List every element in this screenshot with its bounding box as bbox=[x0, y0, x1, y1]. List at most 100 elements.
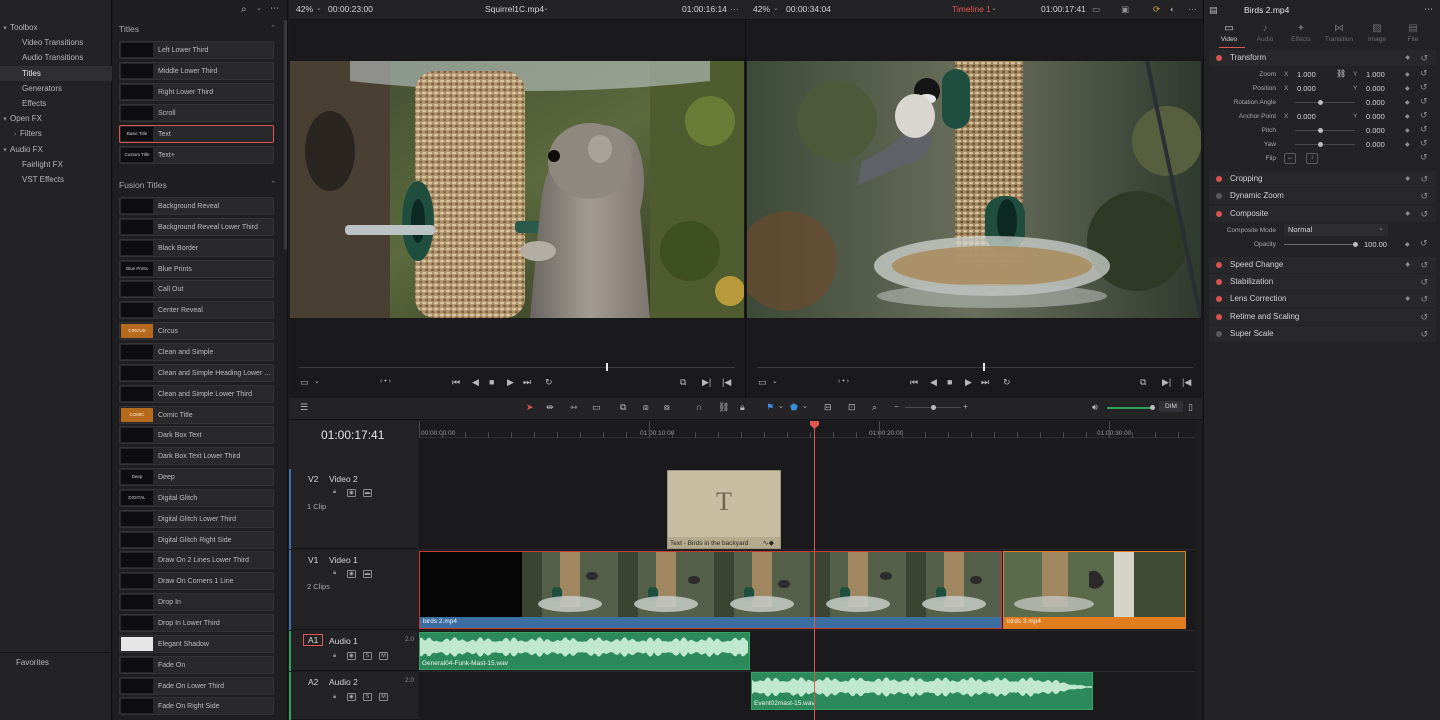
zoom-x-field[interactable]: 1.000 bbox=[1295, 69, 1331, 80]
viewer-mode-icon[interactable]: ▣ bbox=[1121, 4, 1129, 15]
zoom-full-icon[interactable]: ⊟ bbox=[824, 402, 832, 413]
opacity-field[interactable]: 100.00 bbox=[1362, 239, 1402, 250]
keyframe-icon[interactable]: ◆ bbox=[1405, 171, 1410, 187]
chevron-down-icon[interactable]: ⌄ bbox=[991, 4, 997, 12]
mark-out-icon[interactable]: |◀ bbox=[722, 377, 731, 388]
reset-icon[interactable]: ↺ bbox=[1420, 326, 1428, 342]
keyframe-icon[interactable]: ◆ bbox=[1405, 127, 1410, 134]
opacity-slider-track[interactable] bbox=[1284, 244, 1356, 245]
tab-video[interactable]: ▭ Video bbox=[1211, 23, 1247, 43]
composite-section-header[interactable]: Composite ◆ ↺ bbox=[1209, 206, 1436, 222]
zoom-y-field[interactable]: 1.000 bbox=[1364, 69, 1400, 80]
toolbox-item-filters[interactable]: › Filters bbox=[0, 126, 112, 141]
yaw-slider-track[interactable] bbox=[1295, 144, 1355, 145]
fusion-title-item[interactable]: Draw On 2 Lines Lower Third bbox=[119, 551, 274, 570]
title-item[interactable]: Custom Title Text+ bbox=[119, 146, 274, 164]
track-header-v1[interactable]: V1 Video 1 2 Clips 🔒︎ ◉ ▬ bbox=[289, 550, 418, 630]
speaker-icon[interactable]: 🔊︎ bbox=[1092, 402, 1098, 413]
fusion-title-item[interactable]: Clean and Simple Lower Third bbox=[119, 384, 274, 403]
skip-to-start-icon[interactable]: ⏮ bbox=[910, 377, 918, 388]
linked-selection-icon[interactable]: ⛓ bbox=[718, 402, 729, 413]
mark-in-icon[interactable]: ▶| bbox=[1162, 377, 1171, 388]
track-header-v2[interactable]: V2 Video 2 1 Clip 🔒︎ ◉ ▬ bbox=[289, 469, 418, 549]
chevron-down-icon[interactable]: ⌄ bbox=[772, 377, 778, 385]
fusion-title-item[interactable]: Center Reveal bbox=[119, 301, 274, 320]
timeline-scrubber-track[interactable] bbox=[757, 367, 1193, 368]
source-scrubber-track[interactable] bbox=[299, 367, 735, 368]
enable-toggle-icon[interactable] bbox=[1216, 314, 1222, 320]
title-item[interactable]: Left Lower Third bbox=[119, 41, 274, 59]
title-item[interactable]: Right Lower Third bbox=[119, 83, 274, 101]
mute-button[interactable]: M bbox=[379, 693, 388, 701]
fusion-title-item[interactable]: Drop In bbox=[119, 593, 274, 612]
zoom-detail-icon[interactable]: ⊡ bbox=[848, 402, 856, 413]
mute-button[interactable]: M bbox=[379, 652, 388, 660]
meter-icon[interactable]: ▯ bbox=[1188, 402, 1193, 413]
birds-3-clip[interactable]: birds 3.mp4 bbox=[1003, 551, 1186, 629]
fusion-title-item[interactable]: Blue Prints Blue Prints bbox=[119, 259, 274, 278]
fusion-title-item[interactable]: Dark Box Text Lower Third bbox=[119, 447, 274, 466]
reset-icon[interactable]: ↺ bbox=[1420, 138, 1428, 149]
fusion-title-item[interactable]: Digital Glitch Lower Third bbox=[119, 509, 274, 528]
pitch-field[interactable]: 0.000 bbox=[1364, 125, 1400, 136]
chevron-down-icon[interactable]: ⌄ bbox=[802, 402, 808, 410]
rotation-slider-track[interactable] bbox=[1295, 102, 1355, 103]
replace-clip-icon[interactable]: ⧇ bbox=[664, 402, 670, 413]
titles-section-header[interactable]: Titles ⌃ bbox=[113, 20, 288, 38]
match-frame-icon[interactable]: ⧉ bbox=[1140, 377, 1146, 388]
toolbox-item-toolbox[interactable]: ▾ Toolbox bbox=[0, 20, 112, 35]
toolbox-item-audio-fx[interactable]: ▾ Audio FX bbox=[0, 142, 112, 157]
play-reverse-icon[interactable]: ◀ bbox=[930, 377, 937, 388]
opacity-slider-handle[interactable] bbox=[1353, 242, 1358, 247]
source-viewer-frame[interactable] bbox=[290, 61, 744, 318]
auto-select-icon[interactable]: ◉ bbox=[347, 489, 356, 497]
cropping-section-header[interactable]: Cropping ◆ ↺ bbox=[1209, 171, 1436, 187]
reset-icon[interactable]: ↺ bbox=[1420, 124, 1428, 135]
lens-correction-section-header[interactable]: Lens Correction ◆ ↺ bbox=[1209, 291, 1436, 307]
titles-scrollbar[interactable] bbox=[284, 20, 287, 250]
tab-audio[interactable]: ♪ Audio bbox=[1247, 23, 1283, 43]
tab-transition[interactable]: ⋈ Transition bbox=[1321, 23, 1357, 43]
reset-icon[interactable]: ↺ bbox=[1420, 257, 1428, 273]
anchor-y-field[interactable]: 0.000 bbox=[1364, 111, 1400, 122]
dim-button[interactable]: DIM bbox=[1159, 401, 1183, 412]
fusion-title-item[interactable]: Black Border bbox=[119, 238, 274, 257]
transform-section-header[interactable]: Transform ◆ ↺ bbox=[1209, 50, 1436, 66]
more-options-icon[interactable]: ⋯ bbox=[1424, 4, 1433, 15]
fusion-title-item[interactable]: Deep Deep bbox=[119, 468, 274, 487]
reset-icon[interactable]: ↺ bbox=[1420, 188, 1428, 204]
stop-icon[interactable]: ■ bbox=[947, 377, 952, 387]
fusion-title-item[interactable]: Draw On Corners 1 Line bbox=[119, 572, 274, 591]
rotation-field[interactable]: 0.000 bbox=[1364, 97, 1400, 108]
fusion-title-item[interactable]: Dark Box Text bbox=[119, 426, 274, 445]
mark-out-icon[interactable]: |◀ bbox=[1182, 377, 1191, 388]
zoom-in-icon[interactable]: + bbox=[963, 402, 968, 411]
title-item[interactable]: Middle Lower Third bbox=[119, 62, 274, 80]
fusion-titles-section-header[interactable]: Fusion Titles ⌃ bbox=[113, 176, 288, 194]
zoom-out-icon[interactable]: − bbox=[894, 402, 899, 411]
skip-to-end-icon[interactable]: ⏭ bbox=[981, 377, 989, 388]
timeline-zoom[interactable]: 42% bbox=[753, 4, 770, 14]
audio-sync-icon[interactable]: ◐ bbox=[1170, 4, 1175, 14]
toolbox-item-titles[interactable]: Titles bbox=[0, 66, 112, 81]
tab-image[interactable]: ▨ Image bbox=[1359, 23, 1395, 43]
more-options-icon[interactable]: ⋯ bbox=[270, 3, 279, 14]
enable-toggle-icon[interactable] bbox=[1216, 211, 1222, 217]
enable-toggle-icon[interactable] bbox=[1216, 331, 1222, 337]
reset-icon[interactable]: ↺ bbox=[1420, 82, 1428, 93]
viewer-options-icon[interactable]: ▭ bbox=[758, 377, 767, 388]
reset-icon[interactable]: ↺ bbox=[1420, 171, 1428, 187]
volume-slider[interactable] bbox=[1107, 407, 1153, 409]
reset-icon[interactable]: ↺ bbox=[1420, 274, 1428, 290]
toolbox-item-audio-transitions[interactable]: Audio Transitions bbox=[0, 50, 112, 65]
toolbox-item-generators[interactable]: Generators bbox=[0, 81, 112, 96]
playhead-line[interactable] bbox=[814, 428, 815, 720]
blade-tool-icon[interactable]: ▭ bbox=[592, 402, 601, 413]
fusion-title-item[interactable]: Call Out bbox=[119, 280, 274, 299]
timeline-name[interactable]: Timeline 1 bbox=[952, 4, 991, 14]
speed-change-section-header[interactable]: Speed Change ◆ ↺ bbox=[1209, 257, 1436, 273]
keyframe-icon[interactable]: ◆ bbox=[1405, 113, 1410, 120]
enable-toggle-icon[interactable] bbox=[1216, 193, 1222, 199]
yaw-field[interactable]: 0.000 bbox=[1364, 139, 1400, 150]
chevron-down-icon[interactable]: ⌄ bbox=[314, 377, 320, 385]
